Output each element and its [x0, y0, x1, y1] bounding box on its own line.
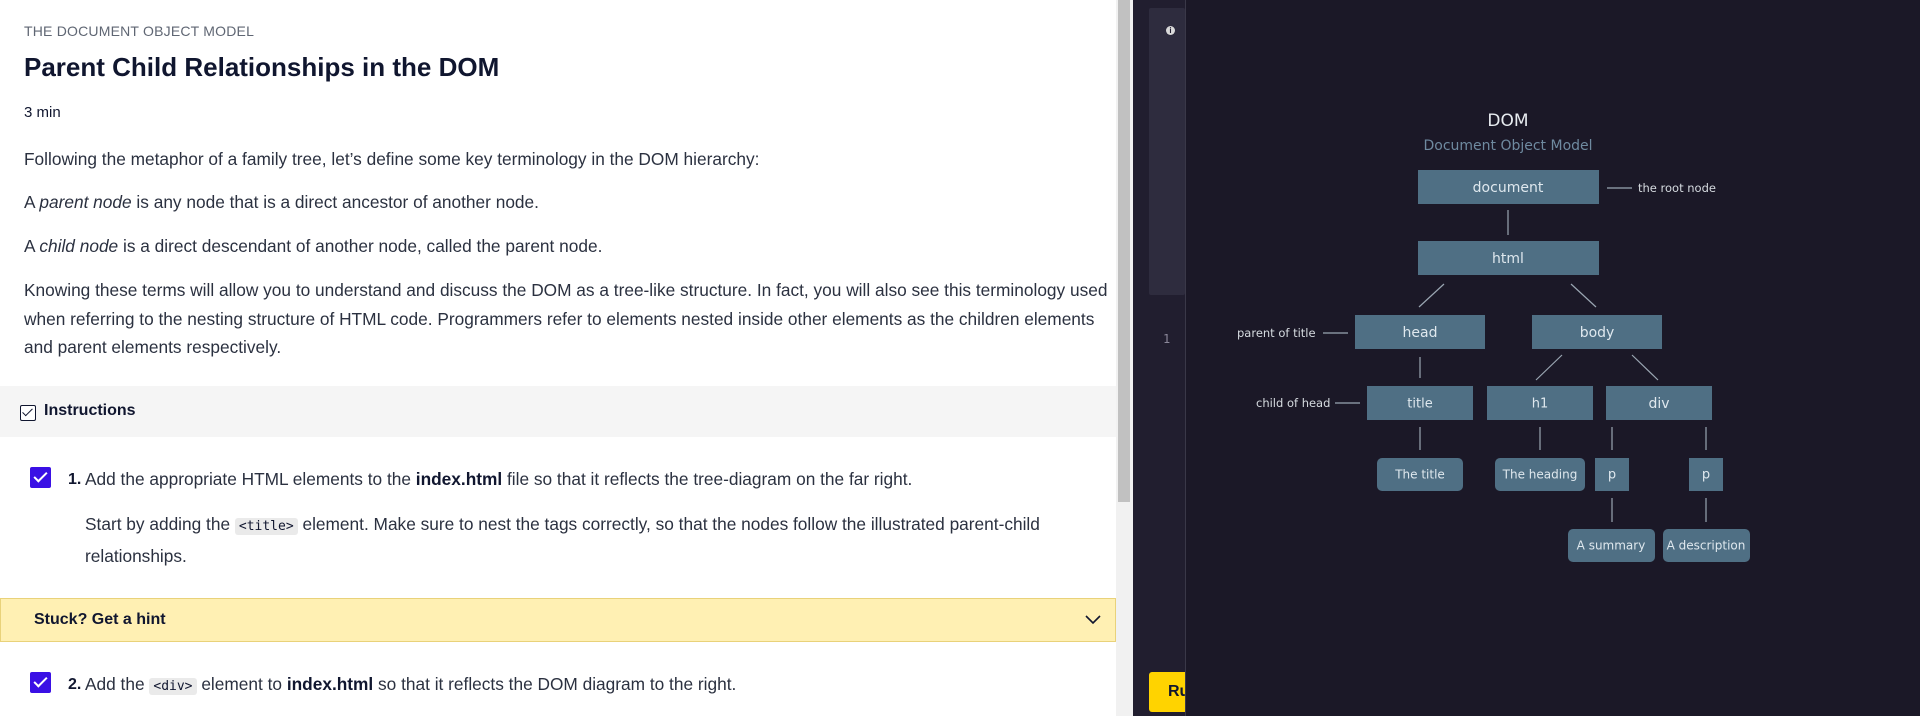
diagram-heading: DOM	[1487, 111, 1528, 131]
node-document-label: document	[1473, 180, 1544, 196]
hint-label[interactable]: Stuck? Get a hint	[34, 611, 166, 629]
page-title: Parent Child Relationships in the DOM	[24, 52, 500, 82]
child-definition: A child node is a direct descendant of a…	[24, 232, 1104, 261]
edge-html-body	[1570, 283, 1597, 308]
task-1-number: 1.	[68, 471, 82, 488]
node-title: title	[1367, 386, 1473, 420]
root-annotation: the root node	[1638, 181, 1716, 195]
task-1-detail: Start by adding the <title> element. Mak…	[85, 510, 1085, 570]
task-2-text: Add the <div> element to index.html so t…	[85, 670, 1085, 702]
node-summary: A summary	[1568, 529, 1655, 562]
child-def-suffix: is a direct descendant of another node, …	[118, 236, 603, 256]
run-button-label[interactable]: Run	[1168, 683, 1185, 701]
task-1-checkbox[interactable]	[30, 467, 51, 488]
node-document: document	[1418, 170, 1599, 204]
node-head: head	[1355, 315, 1485, 349]
lesson-duration: 3 min	[24, 104, 61, 121]
node-h1: h1	[1487, 386, 1593, 420]
terminology-paragraph: Knowing these terms will allow you to un…	[24, 280, 1108, 357]
hint-bar[interactable]	[0, 598, 1116, 642]
task-1-text: Add the appropriate HTML elements to the…	[85, 465, 1085, 494]
task-1-detail-a: Start by adding the	[85, 514, 235, 534]
task-2-text-c: so that it reflects the DOM diagram to t…	[373, 674, 737, 694]
edge-html-head	[1418, 283, 1445, 308]
node-div-label: div	[1648, 396, 1669, 412]
node-heading-text: The heading	[1495, 458, 1585, 491]
node-heading-text-label: The heading	[1502, 468, 1578, 482]
diagram-subheading: Document Object Model	[1423, 138, 1592, 154]
parent-def-prefix: A	[24, 192, 40, 212]
node-body-label: body	[1580, 325, 1615, 341]
node-description-label: A description	[1667, 539, 1746, 553]
child-of-head-annotation: child of head	[1256, 396, 1330, 410]
task-2-file: index.html	[286, 674, 374, 694]
task-1-text-b: file so that it reflects the tree-diagra…	[502, 469, 913, 489]
parent-def-suffix: is any node that is a direct ancestor of…	[131, 192, 539, 212]
instructions-label: Instructions	[44, 402, 136, 419]
node-html: html	[1418, 241, 1599, 275]
node-p2: p	[1689, 458, 1723, 491]
lesson-scrollbar-thumb[interactable]	[1118, 0, 1130, 502]
node-title-label: title	[1407, 397, 1432, 412]
node-body: body	[1532, 315, 1662, 349]
task-2-text-a: Add the	[85, 674, 150, 694]
parent-of-title-annotation: parent of title	[1237, 326, 1316, 340]
task-2-number: 2.	[68, 676, 82, 693]
info-icon[interactable]: i	[1166, 26, 1175, 35]
task-1-code: <title>	[234, 518, 298, 535]
instructions-checkbox-icon	[20, 405, 36, 421]
node-title-text-label: The title	[1394, 468, 1445, 482]
node-p2-label: p	[1702, 468, 1710, 483]
parent-def-term: parent node	[39, 192, 132, 212]
dom-tree-diagram: DOM Document Object Model document html	[1237, 111, 1750, 562]
node-head-label: head	[1403, 325, 1438, 341]
node-summary-label: A summary	[1577, 539, 1646, 553]
intro-paragraph: Following the metaphor of a family tree,…	[24, 149, 760, 169]
node-html-label: html	[1492, 251, 1524, 267]
chevron-down-icon[interactable]	[1083, 611, 1103, 627]
parent-definition: A parent node is any node that is a dire…	[24, 188, 1104, 217]
task-1-text-a: Add the appropriate HTML elements to the	[85, 469, 416, 489]
edge-body-h1	[1535, 354, 1563, 381]
node-p1: p	[1595, 458, 1629, 491]
task-2-checkbox[interactable]	[30, 672, 51, 693]
dom-diagram-panel: DOM Document Object Model document html	[1186, 0, 1920, 716]
task-1-file: index.html	[415, 469, 503, 489]
instructions-header	[0, 386, 1116, 437]
child-def-prefix: A	[24, 236, 40, 256]
task-2-text-b: element to	[196, 674, 287, 694]
node-description: A description	[1663, 529, 1750, 562]
node-title-text: The title	[1377, 458, 1463, 491]
editor-file-strip[interactable]	[1149, 8, 1185, 295]
edge-body-div	[1631, 354, 1659, 381]
node-h1-label: h1	[1532, 397, 1549, 412]
node-p1-label: p	[1608, 468, 1616, 483]
line-number: 1	[1163, 332, 1171, 346]
task-2-code: <div>	[149, 678, 197, 695]
run-button[interactable]: Run	[1149, 672, 1185, 712]
lesson-overline: THE DOCUMENT OBJECT MODEL	[24, 23, 255, 39]
lesson-panel: THE DOCUMENT OBJECT MODEL Parent Child R…	[0, 0, 1116, 716]
node-div: div	[1606, 386, 1712, 420]
child-def-term: child node	[39, 236, 119, 256]
